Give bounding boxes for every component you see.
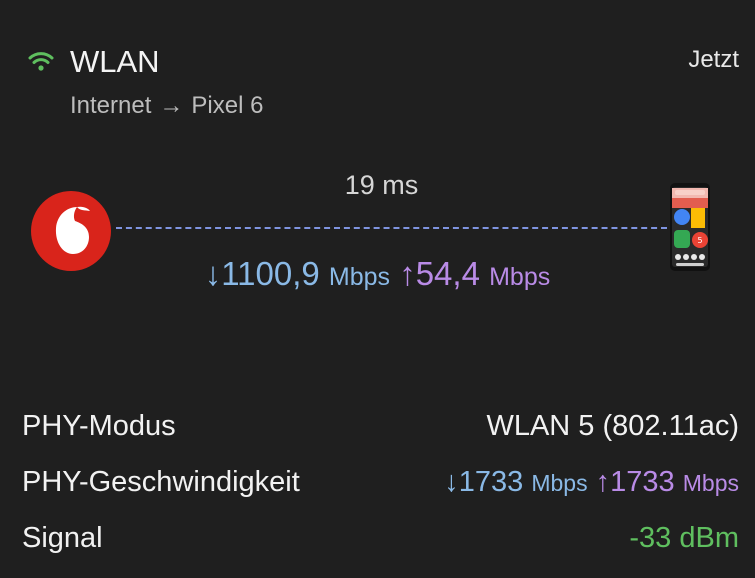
phy-mode-value: WLAN 5 (802.11ac) xyxy=(486,410,739,442)
phy-mode-label: PHY-Modus xyxy=(22,410,176,442)
network-type-title: WLAN xyxy=(70,44,160,79)
download-speed-value: 1100,9 xyxy=(221,255,320,292)
upload-speed-value: 54,4 xyxy=(415,255,480,292)
upload-arrow-icon: ↑ xyxy=(399,255,416,292)
phy-speed-value: ↓1733 Mbps ↑1733 Mbps xyxy=(444,466,739,499)
phy-down-arrow-icon: ↓ xyxy=(444,466,459,498)
header: WLAN Jetzt Internet → Pixel 6 xyxy=(28,40,739,130)
download-speed-unit: Mbps xyxy=(328,263,391,291)
phy-up-arrow-icon: ↑ xyxy=(595,466,611,498)
route-breadcrumb: Internet → Pixel 6 xyxy=(70,92,263,120)
route-arrow-icon: → xyxy=(159,92,184,119)
phy-speed-label: PHY-Geschwindigkeit xyxy=(22,466,300,498)
signal-value: -33 dBm xyxy=(629,522,739,554)
network-detail-card: WLAN Jetzt Internet → Pixel 6 19 ms 5 ↓1… xyxy=(0,0,755,567)
signal-label: Signal xyxy=(22,522,103,554)
phy-speed-down: 1733 xyxy=(458,466,524,498)
svg-text:5: 5 xyxy=(697,236,702,245)
wifi-icon xyxy=(28,52,54,71)
connection-dashed-line xyxy=(116,227,667,229)
detail-row-signal: Signal -33 dBm xyxy=(22,522,739,578)
phy-speed-up: 1733 xyxy=(610,466,675,498)
download-arrow-icon: ↓ xyxy=(204,255,222,292)
measured-speeds: ↓1100,9 Mbps ↑54,4 Mbps xyxy=(0,255,755,293)
timestamp: Jetzt xyxy=(688,46,739,73)
phy-speed-up-unit: Mbps xyxy=(682,470,739,496)
latency-label: 19 ms xyxy=(344,170,419,200)
detail-row-phy-mode: PHY-Modus WLAN 5 (802.11ac) xyxy=(22,410,739,466)
upload-speed-unit: Mbps xyxy=(489,263,551,291)
route-to: Pixel 6 xyxy=(191,92,264,119)
connection-diagram: 19 ms 5 ↓1100,9 Mbps ↑54,4 Mbps xyxy=(0,160,755,300)
route-from: Internet xyxy=(70,92,152,119)
phy-speed-down-unit: Mbps xyxy=(531,470,588,496)
detail-row-phy-speed: PHY-Geschwindigkeit ↓1733 Mbps ↑1733 Mbp… xyxy=(22,466,739,522)
details-list: PHY-Modus WLAN 5 (802.11ac) PHY-Geschwin… xyxy=(22,410,739,578)
